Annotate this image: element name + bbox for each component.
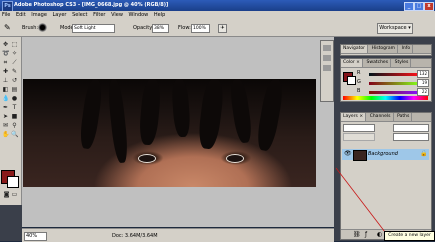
- pointer-line-overlay: [335, 167, 386, 233]
- annotation-line: [335, 167, 386, 233]
- tooltip: Create a new layer: [384, 231, 435, 241]
